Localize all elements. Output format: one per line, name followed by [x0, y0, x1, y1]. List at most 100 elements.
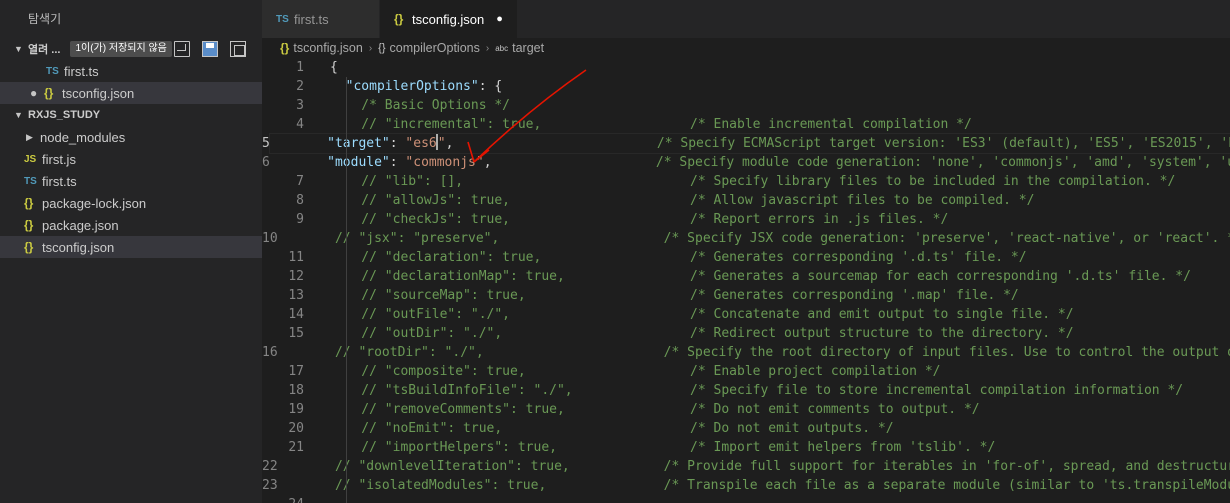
- tree-file-item[interactable]: {} package.json: [0, 214, 262, 236]
- line-number: 3: [296, 98, 304, 113]
- indent-guide: [346, 77, 347, 503]
- code-token: // "lib": [], /* Specify library files t…: [330, 174, 1176, 189]
- tab-first-ts[interactable]: TS first.ts: [262, 0, 380, 38]
- code-line[interactable]: 18 // "tsBuildInfoFile": "./", /* Specif…: [262, 381, 1230, 400]
- code-token: // "incremental": true, /* Enable increm…: [330, 117, 972, 132]
- tree-item-label: node_modules: [40, 129, 126, 145]
- json-file-icon: {}: [394, 12, 404, 26]
- code-line[interactable]: 2 "compilerOptions": {: [262, 77, 1230, 96]
- line-number: 12: [288, 269, 304, 284]
- code-line[interactable]: 17 // "composite": true, /* Enable proje…: [262, 362, 1230, 381]
- code-token: "es6": [405, 134, 446, 151]
- code-editor[interactable]: 1{2 "compilerOptions": {3 /* Basic Optio…: [262, 58, 1230, 503]
- code-text: "target": "es6", /* Specify ECMAScript t…: [268, 133, 1230, 154]
- chevron-right-icon: ▶: [26, 131, 33, 142]
- typescript-file-icon: TS: [24, 175, 37, 187]
- code-text: // "downlevelIteration": true, /* Provid…: [278, 457, 1230, 476]
- object-symbol-icon: {}: [378, 42, 386, 54]
- text-cursor: [435, 134, 438, 150]
- code-text: // "jsx": "preserve", /* Specify JSX cod…: [278, 229, 1230, 248]
- tree-file-item[interactable]: TS first.ts: [0, 170, 262, 192]
- code-line[interactable]: 21 // "importHelpers": true, /* Import e…: [262, 438, 1230, 457]
- code-token: {: [330, 60, 338, 75]
- code-text: /* Basic Options */: [304, 96, 510, 115]
- code-line[interactable]: 20 // "noEmit": true, /* Do not emit out…: [262, 419, 1230, 438]
- unsaved-dot-icon[interactable]: ●: [30, 86, 44, 100]
- unsaved-dot-icon[interactable]: ●: [496, 13, 503, 25]
- code-line[interactable]: 15 // "outDir": "./", /* Redirect output…: [262, 324, 1230, 343]
- code-line[interactable]: 22 // "downlevelIteration": true, /* Pro…: [262, 457, 1230, 476]
- tab-tsconfig-json[interactable]: {} tsconfig.json ●: [380, 0, 518, 38]
- line-number: 8: [296, 193, 304, 208]
- code-line[interactable]: 3 /* Basic Options */: [262, 96, 1230, 115]
- code-token: // "tsBuildInfoFile": "./", /* Specify f…: [330, 383, 1184, 398]
- code-token: ,: [445, 136, 657, 151]
- code-line[interactable]: 12 // "declarationMap": true, /* Generat…: [262, 267, 1230, 286]
- project-folder-label: RXJS_STUDY: [28, 109, 101, 121]
- code-line[interactable]: 9 // "checkJs": true, /* Report errors i…: [262, 210, 1230, 229]
- save-all-icon[interactable]: [202, 41, 218, 57]
- line-number: 20: [288, 421, 304, 436]
- code-token: // "noEmit": true, /* Do not emit output…: [330, 421, 894, 436]
- code-token: // "jsx": "preserve", /* Specify JSX cod…: [303, 231, 1230, 246]
- line-number: 24: [262, 495, 304, 503]
- code-text: // "isolatedModules": true, /* Transpile…: [278, 476, 1230, 495]
- code-line[interactable]: 5 "target": "es6", /* Specify ECMAScript…: [262, 133, 1230, 154]
- tab-label: first.ts: [294, 11, 329, 27]
- open-editors-actions: [174, 41, 246, 57]
- open-editor-item[interactable]: TS first.ts: [0, 60, 262, 82]
- code-line[interactable]: 11 // "declaration": true, /* Generates …: [262, 248, 1230, 267]
- open-editors-header[interactable]: ▼ 열려 ... 1이(가) 저장되지 않음: [0, 38, 262, 60]
- typescript-file-icon: TS: [276, 13, 289, 25]
- code-line[interactable]: 8 // "allowJs": true, /* Allow javascrip…: [262, 191, 1230, 210]
- code-line[interactable]: 19 // "removeComments": true, /* Do not …: [262, 400, 1230, 419]
- close-all-icon[interactable]: [230, 41, 246, 57]
- line-number: 5: [262, 136, 270, 151]
- tree-item-label: package.json: [42, 217, 119, 233]
- open-editor-item[interactable]: ● {} tsconfig.json: [0, 82, 262, 104]
- line-number: 18: [288, 383, 304, 398]
- code-token: // "removeComments": true, /* Do not emi…: [330, 402, 980, 417]
- json-file-icon: {}: [24, 196, 34, 210]
- code-line[interactable]: 14 // "outFile": "./", /* Concatenate an…: [262, 305, 1230, 324]
- breadcrumb-object[interactable]: compilerOptions: [390, 41, 480, 55]
- code-token: /* Basic Options */: [330, 98, 511, 113]
- new-untitled-file-icon[interactable]: [174, 41, 190, 57]
- tree-file-item[interactable]: {} tsconfig.json: [0, 236, 262, 258]
- project-folder-header[interactable]: ▼ RXJS_STUDY: [0, 104, 262, 126]
- tree-file-item[interactable]: {} package-lock.json: [0, 192, 262, 214]
- code-token: :: [389, 155, 406, 170]
- code-token: : {: [478, 79, 503, 94]
- code-line[interactable]: 1{: [262, 58, 1230, 77]
- unsaved-badge: 1이(가) 저장되지 않음: [70, 41, 172, 57]
- chevron-down-icon: ▼: [14, 44, 23, 54]
- code-token: // "rootDir": "./", /* Specify the root …: [334, 345, 1230, 360]
- line-number: 21: [288, 440, 304, 455]
- code-line[interactable]: 16 // "rootDir": "./", /* Specify the ro…: [262, 343, 1230, 362]
- tree-folder-item[interactable]: ▶ node_modules: [0, 126, 262, 148]
- code-text: // "checkJs": true, /* Report errors in …: [304, 210, 948, 229]
- breadcrumb-separator: ›: [485, 42, 490, 54]
- code-text: // "allowJs": true, /* Allow javascript …: [304, 191, 1034, 210]
- code-text: // "lib": [], /* Specify library files t…: [304, 172, 1175, 191]
- code-line[interactable]: 7 // "lib": [], /* Specify library files…: [262, 172, 1230, 191]
- breadcrumb-property[interactable]: target: [512, 41, 544, 55]
- code-token: /* Specify module code generation: 'none…: [655, 155, 1230, 170]
- code-line[interactable]: 10 // "jsx": "preserve", /* Specify JSX …: [262, 229, 1230, 248]
- line-number: 17: [288, 364, 304, 379]
- code-token: // "composite": true, /* Enable project …: [330, 364, 941, 379]
- code-text: // "sourceMap": true, /* Generates corre…: [304, 286, 1018, 305]
- code-line[interactable]: 4 // "incremental": true, /* Enable incr…: [262, 115, 1230, 134]
- breadcrumb-file[interactable]: tsconfig.json: [293, 41, 362, 55]
- string-symbol-icon: abc: [495, 43, 509, 53]
- code-line[interactable]: 13 // "sourceMap": true, /* Generates co…: [262, 286, 1230, 305]
- code-token: // "checkJs": true, /* Report errors in …: [330, 212, 949, 227]
- code-line[interactable]: 6 "module": "commonjs", /* Specify modul…: [262, 153, 1230, 172]
- code-line[interactable]: 24: [262, 495, 1230, 503]
- code-line[interactable]: 23 // "isolatedModules": true, /* Transp…: [262, 476, 1230, 495]
- javascript-file-icon: JS: [24, 153, 37, 165]
- line-number: 13: [288, 288, 304, 303]
- tree-file-item[interactable]: JS first.js: [0, 148, 262, 170]
- line-number: 19: [288, 402, 304, 417]
